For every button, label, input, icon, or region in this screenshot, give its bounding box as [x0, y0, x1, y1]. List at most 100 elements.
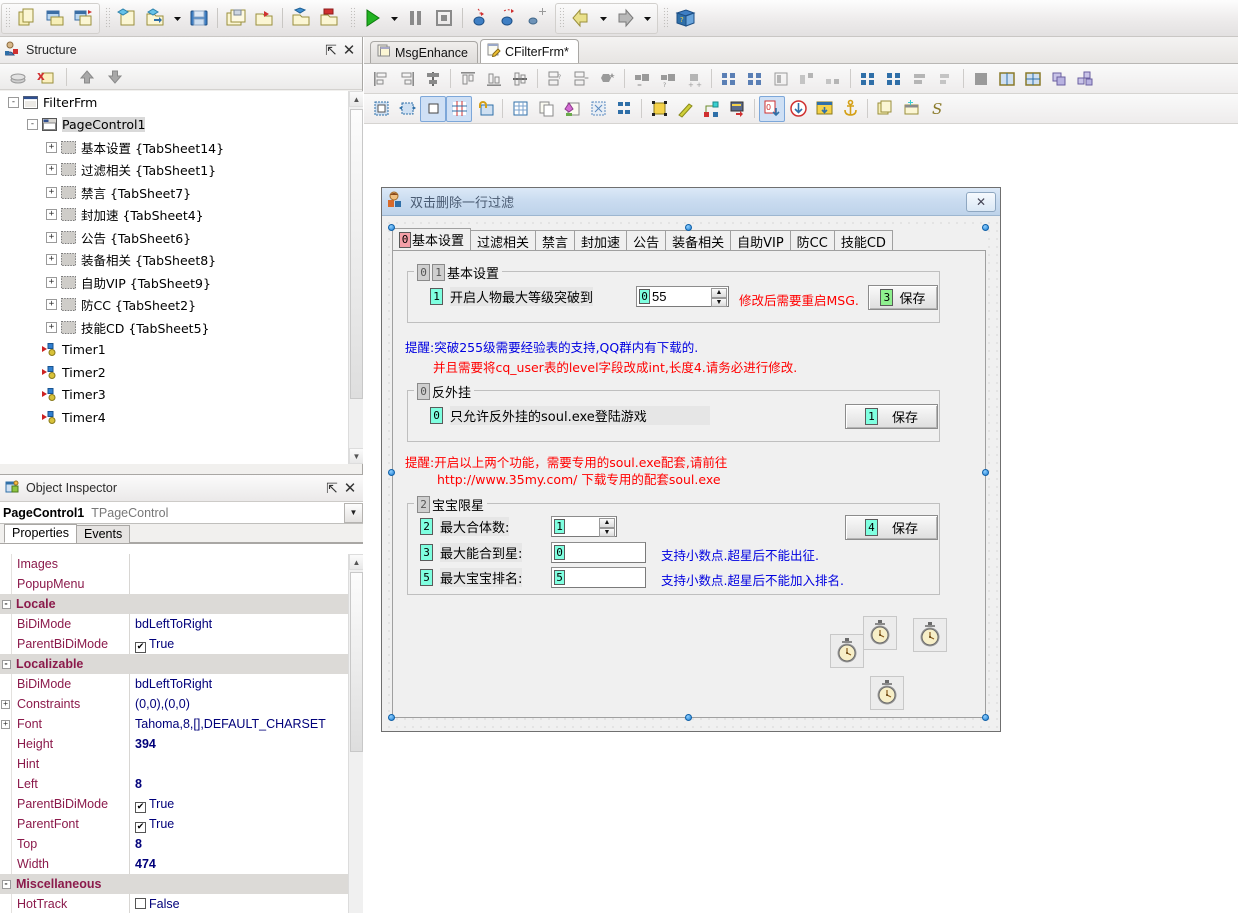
- shrink-icon[interactable]: + +: [681, 66, 707, 92]
- scale-down-icon[interactable]: [820, 66, 846, 92]
- shortcut-icon[interactable]: [724, 96, 750, 122]
- scroll-down-arrow[interactable]: ▼: [349, 448, 363, 464]
- forward-dropdown-icon[interactable]: [639, 4, 655, 32]
- property-row[interactable]: ParentBiDiMode ✔ True: [0, 794, 363, 814]
- anchor-window-icon[interactable]: [811, 96, 837, 122]
- close-icon[interactable]: ✕: [341, 479, 359, 497]
- form-tab-item[interactable]: 封加速: [574, 230, 628, 251]
- tree-node[interactable]: + 基本设置 {TabSheet14}: [0, 136, 363, 159]
- property-row[interactable]: PopupMenu: [0, 574, 363, 594]
- paste-component-icon[interactable]: [559, 96, 585, 122]
- property-value[interactable]: ✔ True: [130, 794, 363, 814]
- save-as-icon[interactable]: [250, 4, 278, 32]
- property-expander-icon[interactable]: +: [1, 719, 10, 729]
- property-row[interactable]: Width 474: [0, 854, 363, 874]
- tree-node[interactable]: + 装备相关 {TabSheet8}: [0, 249, 363, 272]
- selection-handle-ml[interactable]: [388, 469, 395, 476]
- spin-down-icon[interactable]: ▼: [711, 297, 727, 307]
- new-frame-icon[interactable]: [898, 96, 924, 122]
- run-icon[interactable]: [358, 4, 386, 32]
- copy-component-icon[interactable]: [533, 96, 559, 122]
- form-tab-active[interactable]: 0 基本设置: [392, 228, 472, 251]
- property-expander-icon[interactable]: -: [1, 879, 11, 889]
- tree-node[interactable]: + 过滤相关 {TabSheet1}: [0, 159, 363, 182]
- spin-up-icon[interactable]: ▲: [711, 288, 727, 298]
- add-to-project-icon[interactable]: [287, 4, 315, 32]
- color-swatch-icon[interactable]: [968, 66, 994, 92]
- file-tab-msgenhance[interactable]: MsgEnhance: [370, 41, 478, 63]
- scroll-thumb[interactable]: [350, 572, 363, 752]
- property-value[interactable]: (0,0),(0,0): [130, 694, 363, 714]
- align-to-grid-icon[interactable]: [855, 66, 881, 92]
- tree-node[interactable]: Timer4: [0, 406, 363, 429]
- align-object-icon[interactable]: [368, 96, 394, 122]
- cascade-window-icon[interactable]: [69, 4, 97, 32]
- node-tree-icon[interactable]: [698, 96, 724, 122]
- form-tab-item[interactable]: 自助VIP: [730, 230, 791, 251]
- tree-node[interactable]: - PageControl1: [0, 114, 363, 137]
- pagecontrol[interactable]: 0 基本设置 过滤相关 禁言 封加速 公告 装备相关 自助VIP 防CC 技能CD 0 1 基本设…: [388, 224, 989, 721]
- wand-icon[interactable]: [672, 96, 698, 122]
- move-up-icon[interactable]: [73, 63, 101, 91]
- property-row[interactable]: ParentBiDiMode ✔ True: [0, 634, 363, 654]
- form-tab-item[interactable]: 禁言: [535, 230, 576, 251]
- tree-expander-icon[interactable]: -: [27, 119, 38, 131]
- property-row[interactable]: Top 8: [0, 834, 363, 854]
- open-file-icon[interactable]: [141, 4, 169, 32]
- property-value[interactable]: ✔ True: [130, 814, 363, 834]
- property-row[interactable]: + Font Tahoma,8,[],DEFAULT_CHARSET: [0, 714, 363, 734]
- tree-expander-icon[interactable]: +: [46, 164, 57, 176]
- grid-toggle-icon[interactable]: [420, 95, 446, 122]
- tree-node[interactable]: Timer2: [0, 361, 363, 384]
- ungroup-icon[interactable]: [1072, 66, 1098, 92]
- property-value[interactable]: False: [130, 894, 363, 913]
- size-width-icon[interactable]: =: [629, 66, 655, 92]
- scroll-thumb[interactable]: [350, 109, 363, 399]
- tree-expander-icon[interactable]: +: [46, 209, 57, 221]
- align-center-icon[interactable]: [420, 66, 446, 92]
- anchor-edit-icon[interactable]: 0: [759, 95, 785, 122]
- anchor-icon[interactable]: [837, 96, 863, 122]
- property-value[interactable]: [130, 754, 363, 774]
- toolbar-grip[interactable]: [105, 7, 110, 29]
- align-vert-center-icon[interactable]: [507, 66, 533, 92]
- structure-scrollbar[interactable]: ▲ ▼: [348, 91, 363, 464]
- selection-handle-tr[interactable]: [982, 224, 989, 231]
- select-frame-icon[interactable]: [585, 96, 611, 122]
- form-tab-item[interactable]: 防CC: [789, 230, 835, 251]
- file-tab-cfilterfrm[interactable]: CFilterFrm*: [479, 39, 579, 63]
- tree-expander-icon[interactable]: +: [46, 276, 57, 288]
- timer-icon-4[interactable]: [870, 676, 904, 710]
- align-bottom-icon[interactable]: [481, 66, 507, 92]
- save-all-icon[interactable]: [222, 4, 250, 32]
- property-checkbox[interactable]: [135, 898, 146, 909]
- tree-expander-icon[interactable]: +: [46, 254, 57, 266]
- timer-icon-2[interactable]: [863, 616, 897, 650]
- space-equally-horz-icon[interactable]: ?: [542, 66, 568, 92]
- property-value[interactable]: bdLeftToRight: [130, 674, 363, 694]
- pause-icon[interactable]: [402, 4, 430, 32]
- toolbar-grip[interactable]: [350, 7, 355, 29]
- toolbar-grip[interactable]: [663, 7, 668, 29]
- tree-node[interactable]: Timer1: [0, 339, 363, 362]
- selection-handle-br[interactable]: [982, 714, 989, 721]
- save-pet-button[interactable]: 4 保存: [845, 515, 938, 540]
- tile-window-icon[interactable]: [41, 4, 69, 32]
- layers-icon[interactable]: [872, 96, 898, 122]
- property-row[interactable]: Hint: [0, 754, 363, 774]
- property-category-row[interactable]: - Localizable: [0, 654, 363, 674]
- property-row[interactable]: Left 8: [0, 774, 363, 794]
- bring-to-front-icon[interactable]: [907, 66, 933, 92]
- property-grid[interactable]: Images PopupMenu - Locale BiDiMode bdLeftToRi…: [0, 554, 363, 913]
- scroll-up-arrow[interactable]: ▲: [349, 91, 363, 107]
- tab-events[interactable]: Events: [75, 525, 131, 543]
- back-icon[interactable]: [567, 4, 595, 32]
- property-value[interactable]: 8: [130, 834, 363, 854]
- property-row[interactable]: BiDiMode bdLeftToRight: [0, 674, 363, 694]
- tree-expander-icon[interactable]: +: [46, 299, 57, 311]
- split-horizontal-icon[interactable]: [994, 66, 1020, 92]
- size-object-icon[interactable]: [394, 96, 420, 122]
- property-category-row[interactable]: - Locale: [0, 594, 363, 614]
- size-to-grid-icon[interactable]: [933, 66, 959, 92]
- forward-icon[interactable]: [611, 4, 639, 32]
